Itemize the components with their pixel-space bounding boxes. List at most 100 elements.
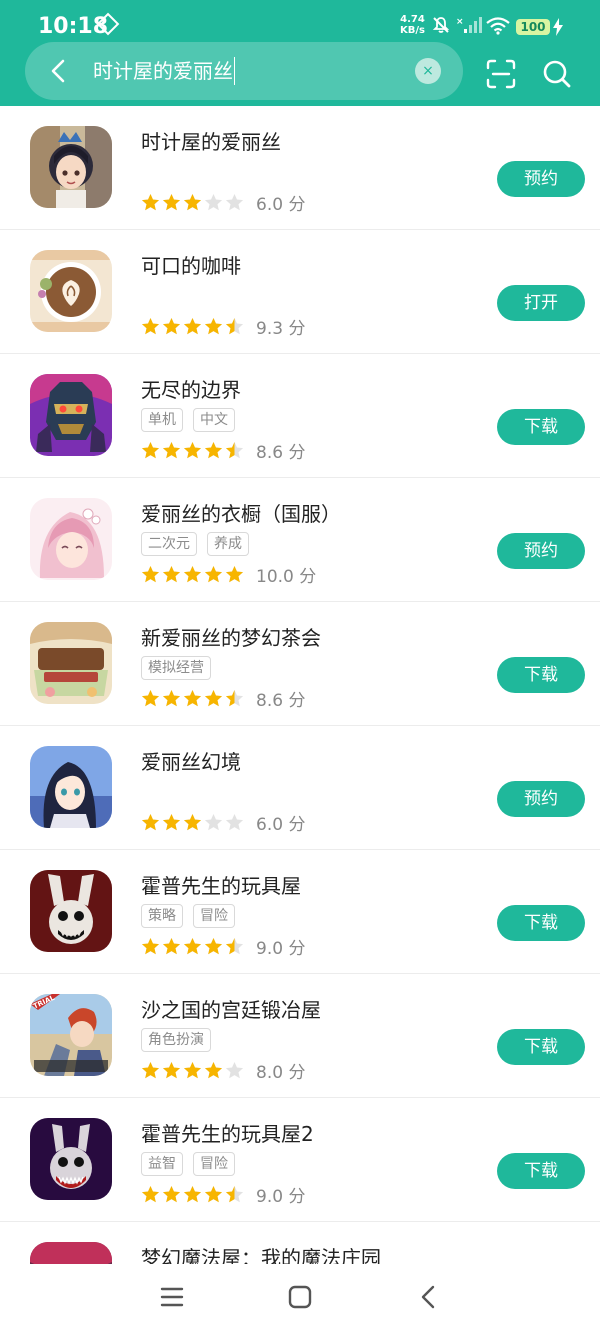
back-arrow-icon[interactable] xyxy=(46,58,72,84)
star-full-icon xyxy=(225,565,244,583)
download-button[interactable]: 下载 xyxy=(497,1029,585,1065)
robot-warrior-icon[interactable] xyxy=(30,374,112,456)
tag: 模拟经营 xyxy=(141,656,211,680)
clear-search-button[interactable]: × xyxy=(415,58,441,84)
download-button[interactable]: 下载 xyxy=(497,409,585,445)
search-icon[interactable] xyxy=(542,59,572,89)
star-full-icon xyxy=(162,441,181,459)
home-square-icon[interactable] xyxy=(287,1284,313,1310)
network-speed-value: 4.74 xyxy=(400,14,425,25)
download-button[interactable]: 下载 xyxy=(497,905,585,941)
result-title[interactable]: 时计屋的爱丽丝 xyxy=(141,126,281,155)
star-full-icon xyxy=(183,1061,202,1079)
star-full-icon xyxy=(183,193,202,211)
result-title[interactable]: 梦幻魔法屋：我的魔法庄园 xyxy=(141,1242,381,1264)
star-full-icon xyxy=(141,689,160,707)
result-row[interactable]: 新爱丽丝的梦幻茶会 模拟经营 8.6 分 下载 xyxy=(0,602,600,726)
search-input[interactable]: 时计屋的爱丽丝 xyxy=(93,57,235,85)
star-full-icon xyxy=(183,813,202,831)
tag-list: 单机 中文 xyxy=(141,408,245,432)
tag: 策略 xyxy=(141,904,183,928)
star-full-icon xyxy=(141,441,160,459)
result-title[interactable]: 新爱丽丝的梦幻茶会 xyxy=(141,622,321,651)
search-bar: 时计屋的爱丽丝 × xyxy=(25,42,463,100)
reserve-button[interactable]: 预约 xyxy=(497,781,585,817)
result-title[interactable]: 可口的咖啡 xyxy=(141,250,241,279)
result-title[interactable]: 霍普先生的玩具屋2 xyxy=(141,1118,314,1147)
result-row[interactable]: 霍普先生的玩具屋2 益智 冒险 9.0 分 下载 xyxy=(0,1098,600,1222)
system-navigation-bar xyxy=(0,1264,600,1333)
open-button[interactable]: 打开 xyxy=(497,285,585,321)
rating: 8.6 分 xyxy=(141,686,305,711)
star-full-icon xyxy=(204,937,223,955)
rating-score: 6.0 分 xyxy=(256,815,306,835)
tag: 冒险 xyxy=(193,904,235,928)
star-full-icon xyxy=(141,565,160,583)
star-full-icon xyxy=(204,1061,223,1079)
creepy-rabbit-icon[interactable] xyxy=(30,870,112,952)
rating-score: 6.0 分 xyxy=(256,195,306,215)
star-full-icon xyxy=(162,317,181,335)
clock-house-alice-icon[interactable] xyxy=(30,126,112,208)
anime-girl-pink-icon[interactable] xyxy=(30,498,112,580)
reserve-button[interactable]: 预约 xyxy=(497,533,585,569)
download-button[interactable]: 下载 xyxy=(497,1153,585,1189)
menu-icon[interactable] xyxy=(160,1285,184,1309)
star-full-icon xyxy=(141,1185,160,1203)
star-full-icon xyxy=(183,937,202,955)
result-title[interactable]: 爱丽丝幻境 xyxy=(141,746,241,775)
result-row[interactable]: 时计屋的爱丽丝 6.0 分 预约 xyxy=(0,106,600,230)
star-full-icon xyxy=(183,565,202,583)
result-row[interactable]: 无尽的边界 单机 中文 8.6 分 下载 xyxy=(0,354,600,478)
rating: 10.0 分 xyxy=(141,562,316,587)
star-full-icon xyxy=(162,689,181,707)
charging-icon xyxy=(553,18,563,36)
latte-coffee-icon[interactable] xyxy=(30,250,112,332)
creepy-rabbit-2-icon[interactable] xyxy=(30,1118,112,1200)
rating-score: 8.6 分 xyxy=(256,443,306,463)
magic-house-icon[interactable] xyxy=(30,1242,112,1264)
star-full-icon xyxy=(141,317,160,335)
tag-list: 二次元 养成 xyxy=(141,532,259,556)
result-title[interactable]: 霍普先生的玩具屋 xyxy=(141,870,301,899)
search-results-list: 时计屋的爱丽丝 6.0 分 预约 可口的咖啡 9.3 分 打开 无尽的边界 单机… xyxy=(0,106,600,1264)
result-row[interactable]: 霍普先生的玩具屋 策略 冒险 9.0 分 下载 xyxy=(0,850,600,974)
blacksmith-sand-kingdom-icon[interactable]: TRIAL xyxy=(30,994,112,1076)
star-full-icon xyxy=(204,441,223,459)
tag: 二次元 xyxy=(141,532,197,556)
result-row[interactable]: 可口的咖啡 9.3 分 打开 xyxy=(0,230,600,354)
star-full-icon xyxy=(204,317,223,335)
alices-mad-tea-party-icon[interactable] xyxy=(30,622,112,704)
network-speed: 4.74 KB/s xyxy=(400,14,425,36)
star-full-icon xyxy=(162,565,181,583)
tag: 益智 xyxy=(141,1152,183,1176)
result-title[interactable]: 无尽的边界 xyxy=(141,374,241,403)
star-half-icon xyxy=(225,937,244,955)
result-title[interactable]: 沙之国的宫廷锻冶屋 xyxy=(141,994,321,1023)
tag: 单机 xyxy=(141,408,183,432)
tag: 冒险 xyxy=(193,1152,235,1176)
star-full-icon xyxy=(162,813,181,831)
star-full-icon xyxy=(141,813,160,831)
result-row[interactable]: TRIAL 沙之国的宫廷锻冶屋 角色扮演 8.0 分 下载 xyxy=(0,974,600,1098)
tag: 中文 xyxy=(193,408,235,432)
cellular-signal-icon: × xyxy=(456,17,482,33)
result-row[interactable]: 梦幻魔法屋：我的魔法庄园 xyxy=(0,1222,600,1264)
rating-score: 9.3 分 xyxy=(256,319,306,339)
back-triangle-icon[interactable] xyxy=(418,1284,438,1310)
star-half-icon xyxy=(225,1185,244,1203)
rating-score: 10.0 分 xyxy=(256,567,317,587)
scan-icon[interactable] xyxy=(486,59,516,89)
result-row[interactable]: 爱丽丝的衣橱（国服） 二次元 养成 10.0 分 预约 xyxy=(0,478,600,602)
tag-list: 角色扮演 xyxy=(141,1028,221,1052)
star-full-icon xyxy=(183,1185,202,1203)
result-row[interactable]: 爱丽丝幻境 6.0 分 预约 xyxy=(0,726,600,850)
star-empty-icon xyxy=(204,193,223,211)
result-title[interactable]: 爱丽丝的衣橱（国服） xyxy=(141,498,341,527)
tag: 养成 xyxy=(207,532,249,556)
anime-boy-dark-hair-icon[interactable] xyxy=(30,746,112,828)
tag-list: 益智 冒险 xyxy=(141,1152,245,1176)
download-button[interactable]: 下载 xyxy=(497,657,585,693)
reserve-button[interactable]: 预约 xyxy=(497,161,585,197)
rating-score: 8.0 分 xyxy=(256,1063,306,1083)
